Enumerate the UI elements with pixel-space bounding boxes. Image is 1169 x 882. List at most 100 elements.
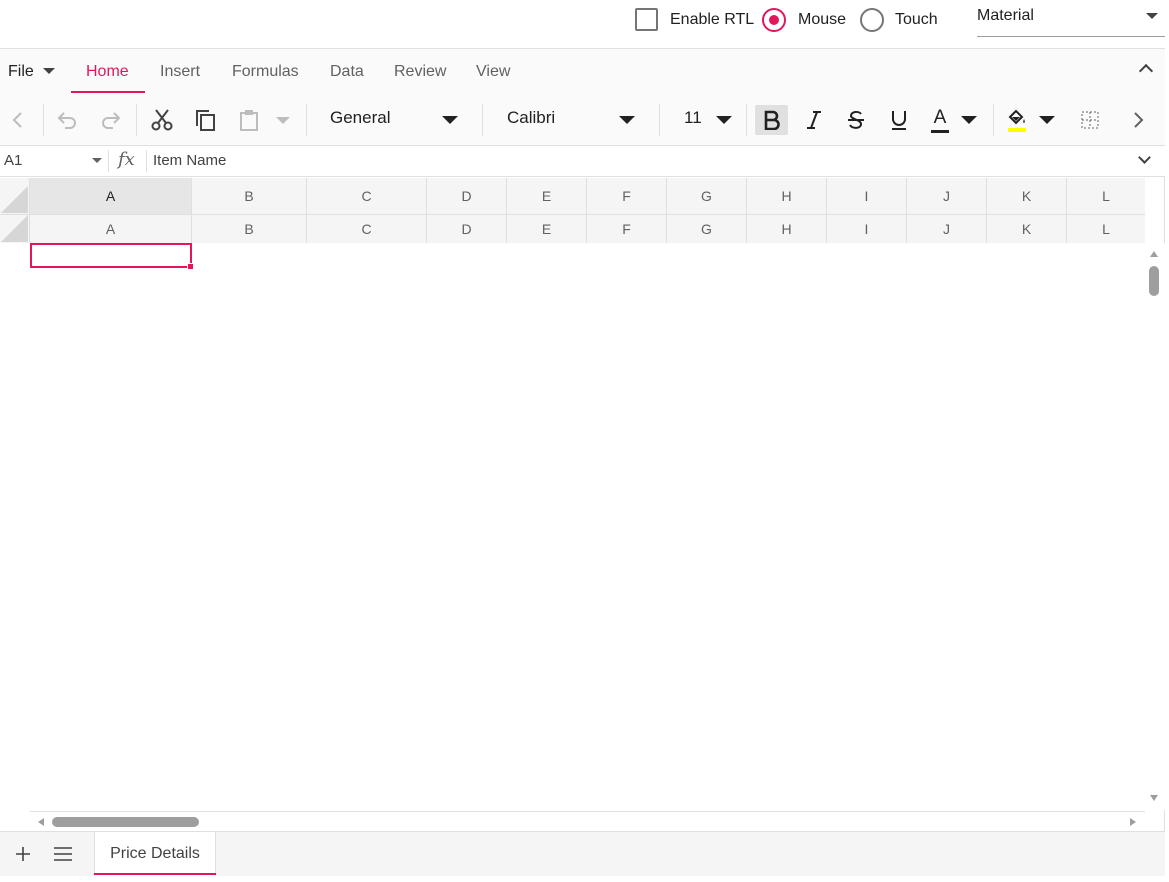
fill-color-caret-icon[interactable] [1039, 116, 1055, 124]
font-color-icon[interactable]: A [926, 103, 954, 137]
toolbar-divider [136, 104, 137, 136]
column-header-e[interactable]: E [507, 215, 587, 243]
enable-rtl-label[interactable]: Enable RTL [670, 10, 754, 30]
formula-bar: A1 fx Item Name [0, 146, 1165, 177]
fx-icon[interactable]: fx [118, 149, 135, 170]
redo-icon[interactable] [98, 108, 124, 132]
scroll-right-icon[interactable] [1130, 818, 1136, 826]
add-sheet-icon[interactable] [12, 843, 34, 865]
column-header-e[interactable]: E [507, 178, 587, 214]
scroll-down-icon[interactable] [1150, 795, 1158, 801]
undo-icon[interactable] [54, 108, 80, 132]
number-format-dropdown[interactable]: General [330, 108, 390, 128]
toolbar-divider [306, 104, 307, 136]
tab-view[interactable]: View [476, 62, 510, 82]
paste-icon[interactable] [236, 106, 262, 134]
column-header-d[interactable]: D [427, 178, 507, 214]
formula-input[interactable]: Item Name [153, 152, 226, 169]
scroll-left-icon[interactable] [38, 818, 44, 826]
column-header-c[interactable]: C [307, 178, 427, 214]
chevron-right-icon[interactable] [1126, 108, 1150, 132]
borders-icon[interactable] [1077, 107, 1103, 133]
column-header-a[interactable]: A [30, 215, 192, 243]
column-header-k[interactable]: K [987, 178, 1067, 214]
cell-grid[interactable] [0, 243, 1145, 810]
cut-icon[interactable] [148, 106, 176, 134]
column-header-f[interactable]: F [587, 178, 667, 214]
tab-data[interactable]: Data [330, 62, 364, 82]
expand-formula-icon[interactable] [1138, 151, 1151, 164]
copy-icon[interactable] [191, 106, 219, 134]
mouse-mode-label[interactable]: Mouse [798, 10, 846, 30]
name-box[interactable]: A1 [4, 152, 22, 169]
font-name-dropdown[interactable]: Calibri [507, 108, 555, 128]
file-menu-caret-icon[interactable] [43, 68, 55, 74]
enable-rtl-checkbox[interactable] [635, 8, 658, 31]
fill-color-icon[interactable] [1003, 103, 1031, 137]
column-header-b[interactable]: B [192, 178, 307, 214]
column-header-d[interactable]: D [427, 215, 507, 243]
touch-mode-label[interactable]: Touch [895, 10, 938, 30]
fill-color-swatch [1008, 128, 1026, 132]
column-header-h[interactable]: H [747, 215, 827, 243]
vertical-scrollbar[interactable] [1145, 243, 1165, 810]
select-all-corner[interactable] [0, 178, 30, 214]
column-header-j[interactable]: J [907, 178, 987, 214]
underline-icon[interactable] [885, 105, 913, 135]
sheet-tab-price-details[interactable]: Price Details [94, 832, 216, 876]
bold-button[interactable] [755, 105, 788, 135]
column-header-i[interactable]: I [827, 215, 907, 243]
font-name-caret-icon[interactable] [619, 116, 635, 124]
horizontal-scroll-thumb[interactable] [52, 817, 199, 827]
vertical-scroll-thumb[interactable] [1149, 266, 1159, 296]
column-header-g[interactable]: G [667, 215, 747, 243]
toolbar-divider [993, 104, 994, 136]
font-color-caret-icon[interactable] [961, 116, 977, 124]
column-header-f[interactable]: F [587, 215, 667, 243]
chevron-left-icon[interactable] [6, 108, 30, 132]
touch-mode-radio[interactable] [860, 8, 884, 32]
bold-icon [764, 110, 780, 130]
collapse-ribbon-icon[interactable] [1138, 63, 1154, 79]
font-size-dropdown[interactable]: 11 [684, 108, 702, 128]
name-box-caret-icon[interactable] [92, 158, 102, 163]
theme-dropdown[interactable]: Material [977, 0, 1165, 37]
tab-review[interactable]: Review [394, 62, 446, 82]
sheet-list-menu-icon[interactable] [52, 843, 74, 865]
ribbon-tabs: File Home Insert Formulas Data Review Vi… [0, 49, 1165, 94]
column-header-i[interactable]: I [827, 178, 907, 214]
font-size-caret-icon[interactable] [716, 116, 732, 124]
select-all-corner[interactable] [0, 215, 30, 243]
active-tab-indicator [71, 91, 145, 93]
tab-insert[interactable]: Insert [160, 62, 200, 82]
chevron-down-icon [1146, 13, 1158, 19]
active-cell-a1[interactable] [30, 243, 192, 268]
column-header-h[interactable]: H [747, 178, 827, 214]
autofill-handle[interactable] [187, 263, 194, 270]
column-header-l[interactable]: L [1067, 215, 1145, 243]
column-header-k[interactable]: K [987, 215, 1067, 243]
sheet-tabs-bar: Price Details [0, 831, 1165, 876]
column-header-c[interactable]: C [307, 215, 427, 243]
strikethrough-icon[interactable] [842, 105, 870, 135]
scroll-up-icon[interactable] [1150, 251, 1158, 257]
tab-formulas[interactable]: Formulas [232, 62, 299, 82]
ribbon-toolbar: General Calibri 11 A [0, 94, 1165, 146]
column-header-j[interactable]: J [907, 215, 987, 243]
font-color-swatch [931, 129, 949, 133]
column-header-l[interactable]: L [1067, 178, 1145, 214]
mouse-mode-radio[interactable] [762, 8, 786, 32]
file-menu[interactable]: File [8, 62, 34, 82]
column-header-a[interactable]: A [30, 178, 192, 214]
formula-divider [108, 150, 109, 172]
toolbar-divider [659, 104, 660, 136]
italic-icon[interactable] [800, 105, 828, 135]
column-header: A B C D E F G H I J K L [0, 178, 1145, 215]
tab-home[interactable]: Home [86, 62, 129, 82]
horizontal-scrollbar[interactable] [30, 811, 1145, 831]
settings-bar: Enable RTL Mouse Touch Material [0, 0, 1169, 48]
column-header-b[interactable]: B [192, 215, 307, 243]
paste-options-caret-icon[interactable] [276, 117, 290, 124]
number-format-caret-icon[interactable] [442, 116, 458, 124]
column-header-g[interactable]: G [667, 178, 747, 214]
